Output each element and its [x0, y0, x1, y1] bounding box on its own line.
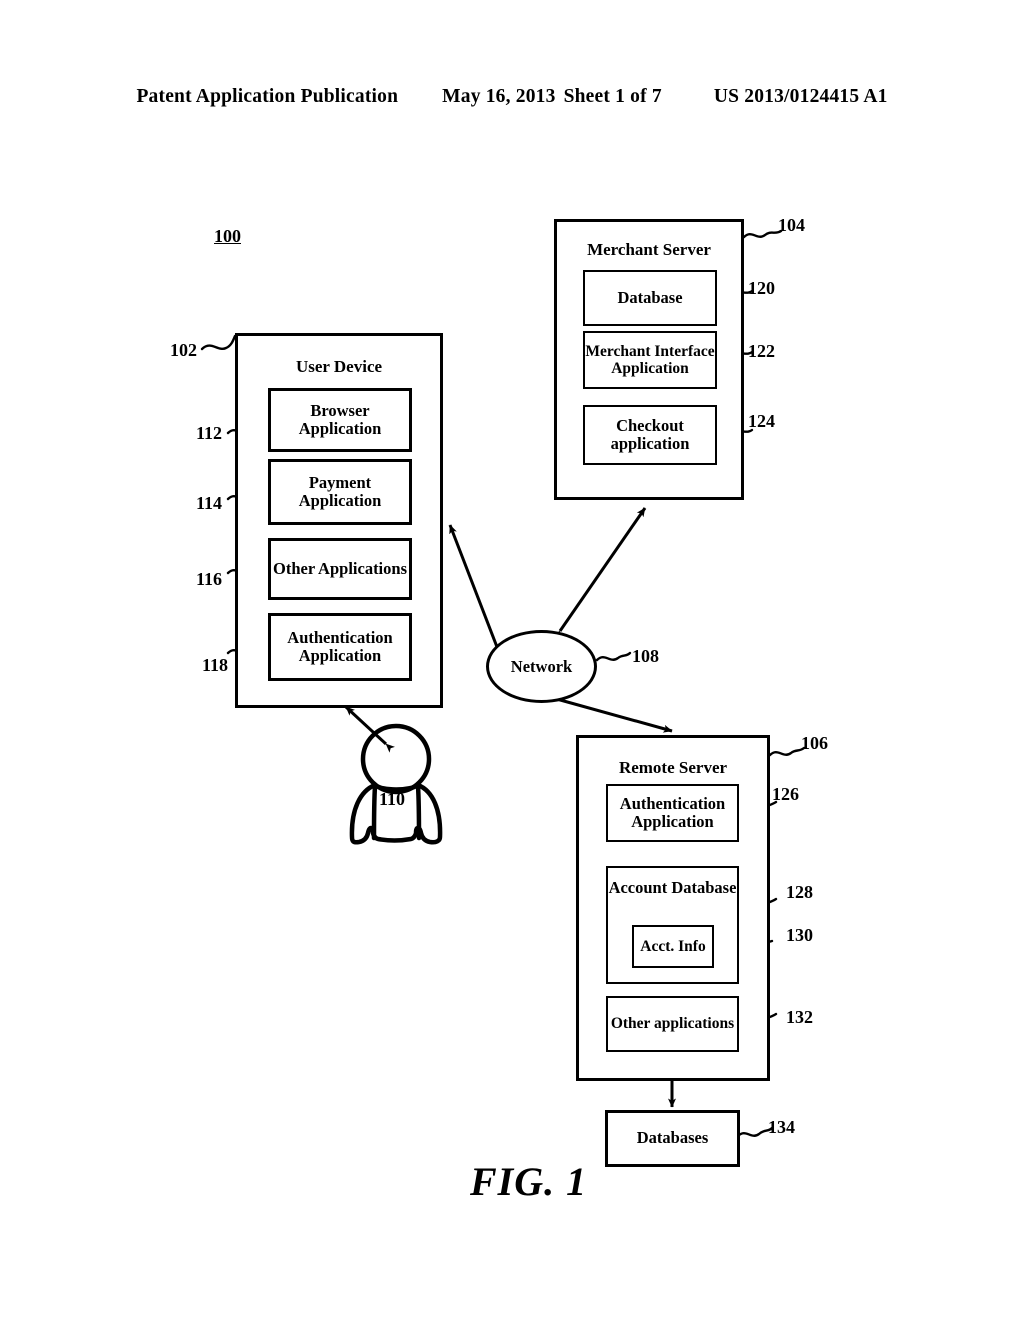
browser-application-label: Browser Application	[298, 400, 382, 439]
remote-other-applications-label: Other applications	[610, 1015, 735, 1033]
ref-124-checkout-application: 124	[748, 411, 775, 431]
ref-126-authentication-application: 126	[772, 784, 799, 804]
user-device-title: User Device	[295, 357, 383, 376]
merchant-interface-application-box: Merchant Interface Application	[583, 331, 717, 389]
other-applications-label: Other Applications	[272, 558, 407, 578]
other-applications-box: Other Applications	[268, 538, 412, 600]
ref-132-other-applications: 132	[786, 1007, 813, 1027]
remote-server-title: Remote Server	[618, 758, 728, 777]
header-date: May 16, 2013	[442, 86, 556, 107]
merchant-iface-label-line2: Application	[611, 360, 689, 377]
ref-122-merchant-interface-application: 122	[748, 341, 775, 361]
merchant-server-title: Merchant Server	[587, 240, 711, 259]
ref-104-merchant-server: 104	[778, 215, 805, 235]
checkout-application-box: Checkout application	[583, 405, 717, 465]
ref-128-account-database: 128	[786, 882, 813, 902]
header-patent-number: US 2013/0124415 A1	[713, 86, 888, 107]
ref-108-network: 108	[632, 646, 659, 666]
databases-label: Databases	[636, 1128, 709, 1148]
merchant-database-box: Database	[583, 270, 717, 326]
figure-caption: FIG. 1	[470, 1159, 588, 1204]
acct-info-label: Acct. Info	[640, 937, 706, 955]
authentication-application-label: Authentication Application	[287, 627, 393, 666]
page-header: Patent Application Publication May 16, 2…	[0, 86, 1024, 108]
ref-100-system: 100	[214, 226, 241, 246]
ref-118-authentication-application: 118	[202, 655, 229, 675]
payment-label-line2: Application	[298, 491, 382, 510]
browser-label-line2: Application	[298, 419, 382, 438]
ref-114-payment-application: 114	[196, 493, 223, 513]
ref-112-browser-application: 112	[196, 423, 223, 443]
auth-label-line2: Application	[298, 646, 382, 665]
ref-102-user-device: 102	[170, 340, 197, 360]
auth-label-line1: Authentication	[287, 627, 393, 647]
browser-label-line1: Browser	[310, 400, 370, 420]
merchant-interface-application-label: Merchant Interface Application	[585, 343, 715, 378]
browser-application-box: Browser Application	[268, 388, 412, 452]
ref-110-user: 110	[379, 789, 406, 809]
payment-application-box: Payment Application	[268, 459, 412, 525]
user-figure-glyph	[349, 723, 443, 845]
ref-130-acct-info: 130	[786, 925, 813, 945]
remote-auth-label-line1: Authentication	[619, 793, 726, 813]
header-publication: Patent Application Publication	[136, 86, 399, 107]
network-node: Network	[486, 630, 597, 703]
network-label: Network	[510, 656, 573, 676]
ref-106-remote-server: 106	[801, 733, 828, 753]
ref-116-other-applications: 116	[196, 569, 223, 589]
ref-120-database: 120	[748, 278, 775, 298]
databases-box: Databases	[605, 1110, 740, 1167]
remote-auth-label-line2: Application	[631, 812, 714, 831]
remote-other-applications-box: Other applications	[606, 996, 739, 1052]
remote-authentication-application-label: Authentication Application	[619, 793, 726, 832]
checkout-application-label: Checkout application	[610, 415, 690, 454]
ref-134-databases: 134	[768, 1117, 795, 1137]
payment-application-label: Payment Application	[298, 472, 382, 511]
merchant-iface-label-line1: Merchant Interface	[585, 342, 715, 360]
checkout-label-line2: application	[610, 434, 690, 453]
header-sheet: Sheet 1 of 7	[563, 86, 662, 107]
remote-authentication-application-box: Authentication Application	[606, 784, 739, 842]
account-database-label: Account Database	[608, 878, 737, 897]
checkout-label-line1: Checkout	[616, 415, 684, 435]
merchant-database-label: Database	[617, 287, 683, 307]
acct-info-box: Acct. Info	[632, 925, 714, 968]
payment-label-line1: Payment	[308, 472, 372, 492]
authentication-application-box: Authentication Application	[268, 613, 412, 681]
